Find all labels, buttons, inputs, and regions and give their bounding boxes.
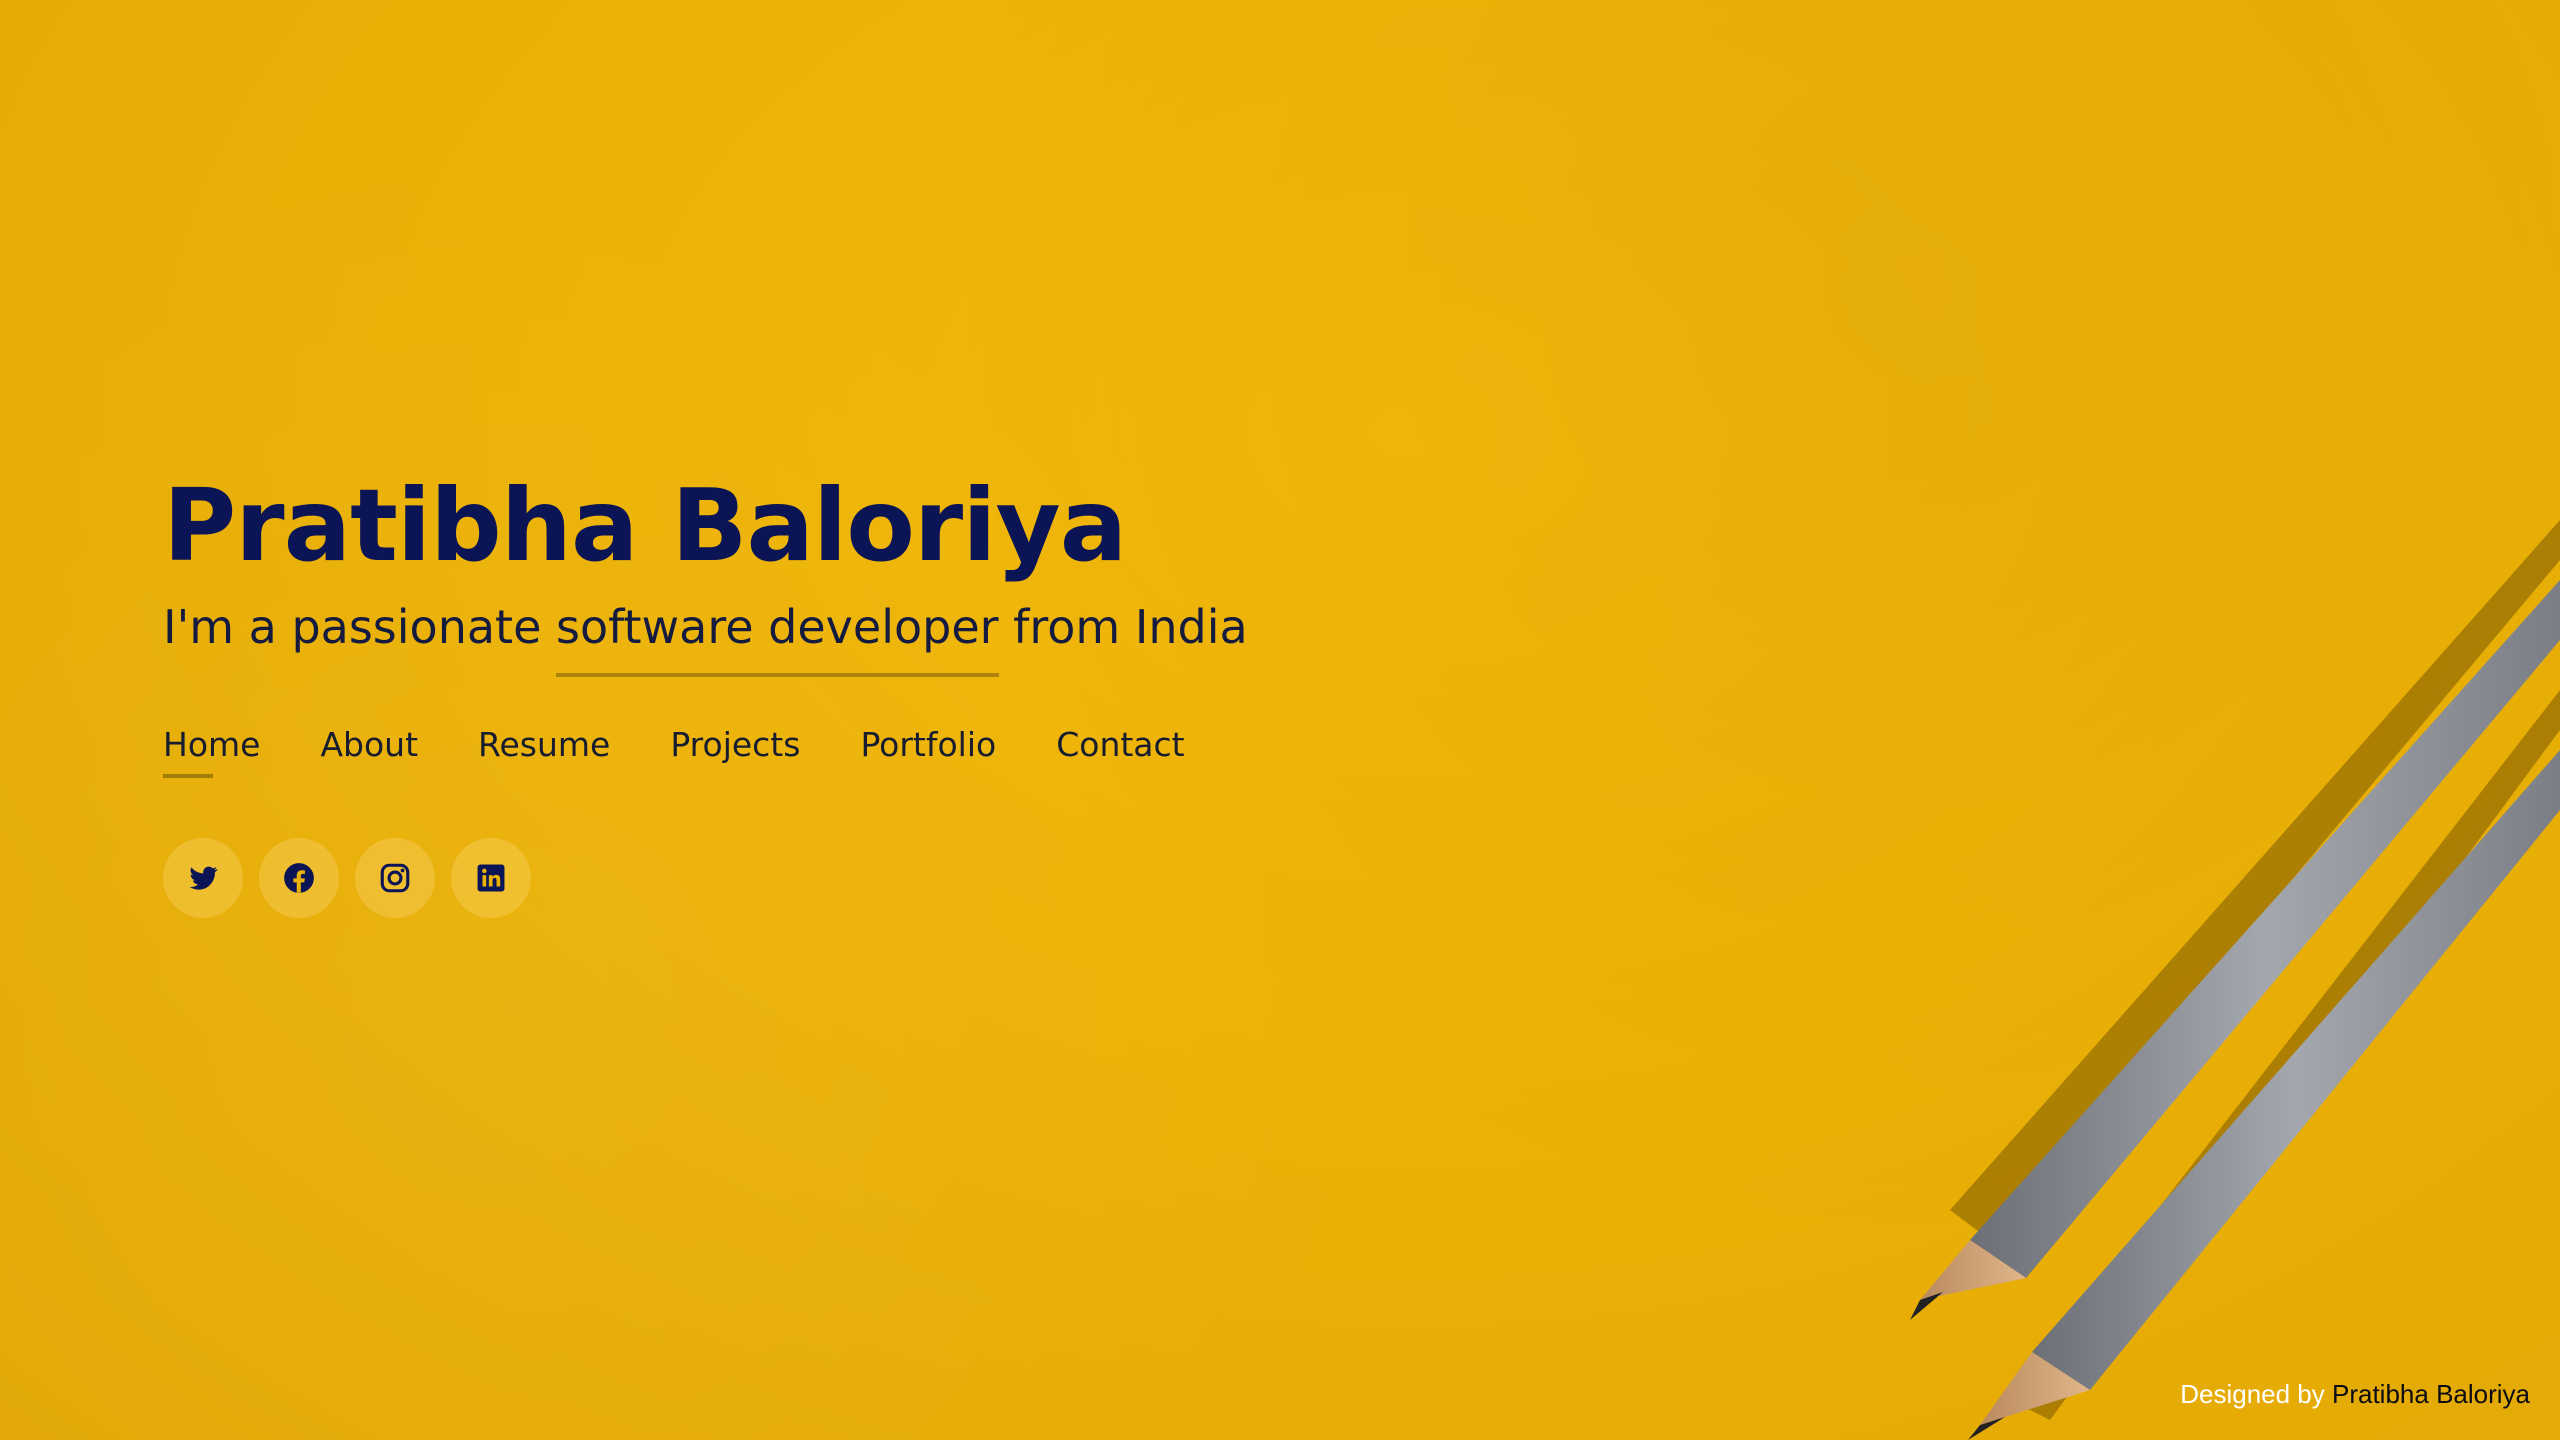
social-links [163, 838, 1248, 919]
page-title: Pratibha Baloriya [163, 467, 1127, 584]
nav-home[interactable]: Home [163, 725, 260, 779]
linkedin-link[interactable] [451, 838, 531, 919]
tagline-role: software developer [556, 600, 999, 678]
nav-resume[interactable]: Resume [478, 725, 610, 778]
tagline-suffix: from India [998, 600, 1248, 654]
pencils-image [1910, 520, 2560, 1440]
footer-credit: Designed by Pratibha Baloriya [2180, 1379, 2530, 1410]
nav-projects[interactable]: Projects [670, 725, 800, 778]
tagline-prefix: I'm a passionate [163, 600, 556, 654]
hero-section: Pratibha Baloriya I'm a passionate softw… [163, 467, 1248, 919]
facebook-icon [284, 863, 314, 894]
linkedin-icon [477, 864, 505, 892]
nav-portfolio[interactable]: Portfolio [860, 725, 996, 778]
instagram-icon [380, 863, 410, 893]
nav-contact[interactable]: Contact [1056, 725, 1184, 778]
footer-author: Pratibha Baloriya [2332, 1379, 2530, 1409]
main-nav: Home About Resume Projects Portfolio Con… [163, 725, 1248, 779]
tagline: I'm a passionate software developer from… [163, 600, 1248, 678]
footer-prefix: Designed by [2180, 1379, 2332, 1409]
facebook-link[interactable] [259, 838, 339, 919]
instagram-link[interactable] [355, 838, 435, 919]
twitter-link[interactable] [163, 838, 243, 919]
twitter-icon [189, 866, 218, 890]
nav-about[interactable]: About [320, 725, 418, 778]
